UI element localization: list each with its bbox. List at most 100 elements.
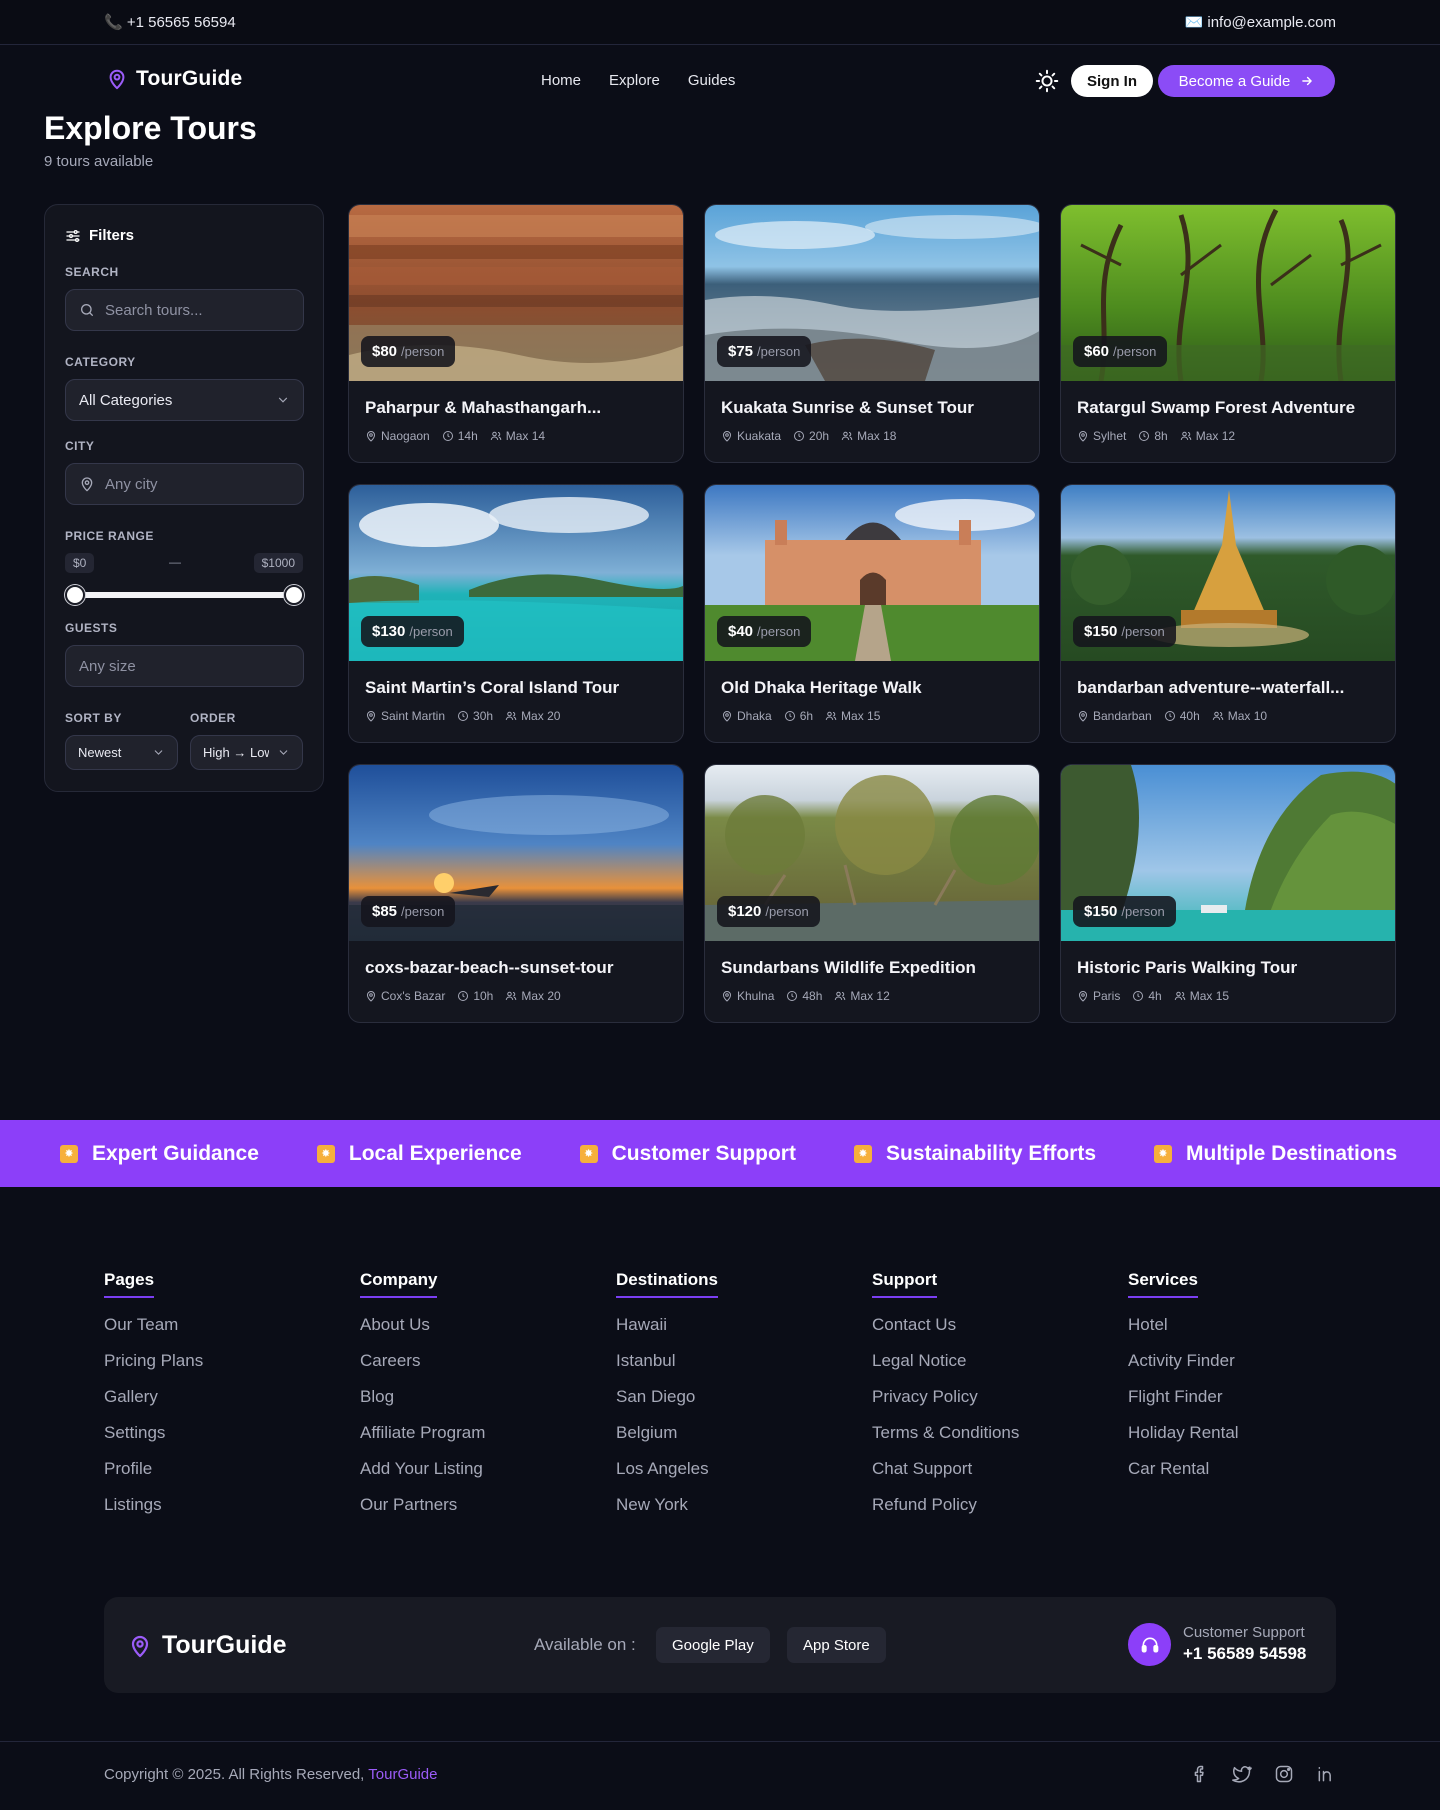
nav-home[interactable]: Home — [541, 72, 581, 89]
footer-link[interactable]: Add Your Listing — [360, 1457, 590, 1493]
footer-brand[interactable]: TourGuide — [128, 1631, 287, 1660]
footer-link[interactable]: Hawaii — [616, 1313, 846, 1349]
tour-card[interactable]: $40/person Old Dhaka Heritage Walk Dhaka… — [704, 484, 1040, 743]
clock-icon — [794, 431, 805, 441]
tour-title[interactable]: Paharpur & Mahasthangarh... — [365, 398, 671, 418]
price-min-handle[interactable] — [65, 585, 85, 605]
tour-card[interactable]: $60/person Ratargul Swamp Forest Adventu… — [1060, 204, 1396, 463]
marquee-item: ✸ Multiple Destinations — [1154, 1142, 1397, 1166]
footer-link[interactable]: Refund Policy — [872, 1493, 1102, 1529]
footer-link[interactable]: Blog — [360, 1385, 590, 1421]
footer-link[interactable]: Flight Finder — [1128, 1385, 1358, 1421]
tour-title[interactable]: Saint Martin’s Coral Island Tour — [365, 678, 671, 698]
sun-icon[interactable] — [1034, 68, 1060, 94]
tour-title[interactable]: Kuakata Sunrise & Sunset Tour — [721, 398, 1027, 418]
footer-link[interactable]: Holiday Rental — [1128, 1421, 1358, 1457]
tour-card[interactable]: $85/person coxs-bazar-beach--sunset-tour… — [348, 764, 684, 1023]
price-range-track[interactable] — [75, 592, 293, 598]
footer-link[interactable]: Car Rental — [1128, 1457, 1358, 1493]
become-guide-button[interactable]: Become a Guide — [1158, 65, 1335, 97]
clock-icon — [1139, 431, 1150, 441]
topbar-email[interactable]: ✉️ info@example.com — [1185, 13, 1336, 31]
footer-column-title: Pages — [104, 1270, 155, 1298]
footer-link[interactable]: Privacy Policy — [872, 1385, 1102, 1421]
footer-link[interactable]: Istanbul — [616, 1349, 846, 1385]
footer-link[interactable]: Chat Support — [872, 1457, 1102, 1493]
tour-card[interactable]: $150/person Historic Paris Walking Tour … — [1060, 764, 1396, 1023]
headset-icon — [1128, 1623, 1171, 1666]
map-pin-icon — [366, 991, 376, 1002]
guests-input[interactable]: Any size — [65, 645, 304, 687]
city-input[interactable]: Any city — [65, 463, 304, 505]
sign-in-button[interactable]: Sign In — [1071, 65, 1153, 97]
price-badge: $60/person — [1073, 336, 1168, 367]
footer-link[interactable]: Settings — [104, 1421, 334, 1457]
users-icon — [825, 711, 837, 721]
footer-link[interactable]: Los Angeles — [616, 1457, 846, 1493]
sort-by-select[interactable]: Newest — [65, 735, 178, 770]
tour-duration-text: 20h — [809, 429, 830, 443]
nav-guides[interactable]: Guides — [688, 72, 736, 89]
footer-column-title: Destinations — [616, 1270, 719, 1298]
price-max-handle[interactable] — [284, 585, 304, 605]
footer-link[interactable]: Legal Notice — [872, 1349, 1102, 1385]
map-pin-icon — [366, 711, 376, 722]
tour-meta: Saint Martin 30h Max 20 — [365, 709, 560, 723]
tour-group-text: Max 14 — [505, 429, 546, 443]
tour-card[interactable]: $80/person Paharpur & Mahasthangarh... N… — [348, 204, 684, 463]
tour-title[interactable]: Sundarbans Wildlife Expedition — [721, 958, 1027, 978]
tour-title[interactable]: bandarban adventure--waterfall... — [1077, 678, 1383, 698]
tour-duration-text: 40h — [1179, 709, 1200, 723]
footer-link[interactable]: Pricing Plans — [104, 1349, 334, 1385]
twitter-icon[interactable] — [1232, 1764, 1252, 1784]
footer-link[interactable]: Terms & Conditions — [872, 1421, 1102, 1457]
nav-explore[interactable]: Explore — [609, 72, 660, 89]
footer-link[interactable]: Careers — [360, 1349, 590, 1385]
tour-card[interactable]: $150/person bandarban adventure--waterfa… — [1060, 484, 1396, 743]
users-icon — [490, 431, 501, 441]
search-input[interactable]: Search tours... — [65, 289, 304, 331]
footer-link[interactable]: About Us — [360, 1313, 590, 1349]
topbar-phone[interactable]: 📞 +1 56565 56594 — [104, 13, 236, 31]
tour-title[interactable]: coxs-bazar-beach--sunset-tour — [365, 958, 671, 978]
tour-card[interactable]: $130/person Saint Martin’s Coral Island … — [348, 484, 684, 743]
tour-title[interactable]: Ratargul Swamp Forest Adventure — [1077, 398, 1383, 418]
footer-link[interactable]: Listings — [104, 1493, 334, 1529]
instagram-icon[interactable] — [1274, 1764, 1294, 1784]
footer-link[interactable]: Gallery — [104, 1385, 334, 1421]
brand-logo[interactable]: TourGuide — [106, 67, 242, 91]
google-play-button[interactable]: Google Play — [656, 1627, 770, 1663]
footer-link[interactable]: Activity Finder — [1128, 1349, 1358, 1385]
tour-card[interactable]: $75/person Kuakata Sunrise & Sunset Tour… — [704, 204, 1040, 463]
tour-city-text: Paris — [1093, 989, 1121, 1003]
facebook-icon[interactable] — [1190, 1764, 1210, 1784]
footer-column-title: Company — [360, 1270, 438, 1298]
footer-link[interactable]: Our Team — [104, 1313, 334, 1349]
clock-icon — [1133, 991, 1144, 1001]
copyright-brand-link[interactable]: TourGuide — [368, 1766, 437, 1783]
footer-link[interactable]: Affiliate Program — [360, 1421, 590, 1457]
footer-link[interactable]: Belgium — [616, 1421, 846, 1457]
tour-title[interactable]: Old Dhaka Heritage Walk — [721, 678, 1027, 698]
app-store-button[interactable]: App Store — [787, 1627, 886, 1663]
footer-link[interactable]: Profile — [104, 1457, 334, 1493]
footer-column-destinations: Destinations Hawaii Istanbul San Diego B… — [616, 1270, 846, 1529]
footer-link[interactable]: Contact Us — [872, 1313, 1102, 1349]
tour-card[interactable]: $120/person Sundarbans Wildlife Expediti… — [704, 764, 1040, 1023]
linkedin-icon[interactable] — [1316, 1764, 1336, 1784]
footer-link[interactable]: Our Partners — [360, 1493, 590, 1529]
footer-link[interactable]: Hotel — [1128, 1313, 1358, 1349]
footer-column-title: Services — [1128, 1270, 1198, 1298]
footer-bottom-bar: Copyright © 2025. All Rights Reserved, T… — [0, 1741, 1440, 1810]
tour-group-size: Max 12 — [1180, 429, 1235, 443]
price-range-label: PRICE RANGE — [65, 529, 154, 543]
users-icon — [506, 991, 517, 1001]
footer-link[interactable]: San Diego — [616, 1385, 846, 1421]
map-pin-icon — [722, 991, 732, 1002]
support-phone[interactable]: +1 56589 54598 — [1183, 1644, 1306, 1664]
category-select[interactable]: All Categories — [65, 379, 304, 421]
tour-title[interactable]: Historic Paris Walking Tour — [1077, 958, 1383, 978]
order-select[interactable]: High → Low — [190, 735, 303, 770]
tour-duration: 14h — [442, 429, 478, 443]
footer-link[interactable]: New York — [616, 1493, 846, 1529]
